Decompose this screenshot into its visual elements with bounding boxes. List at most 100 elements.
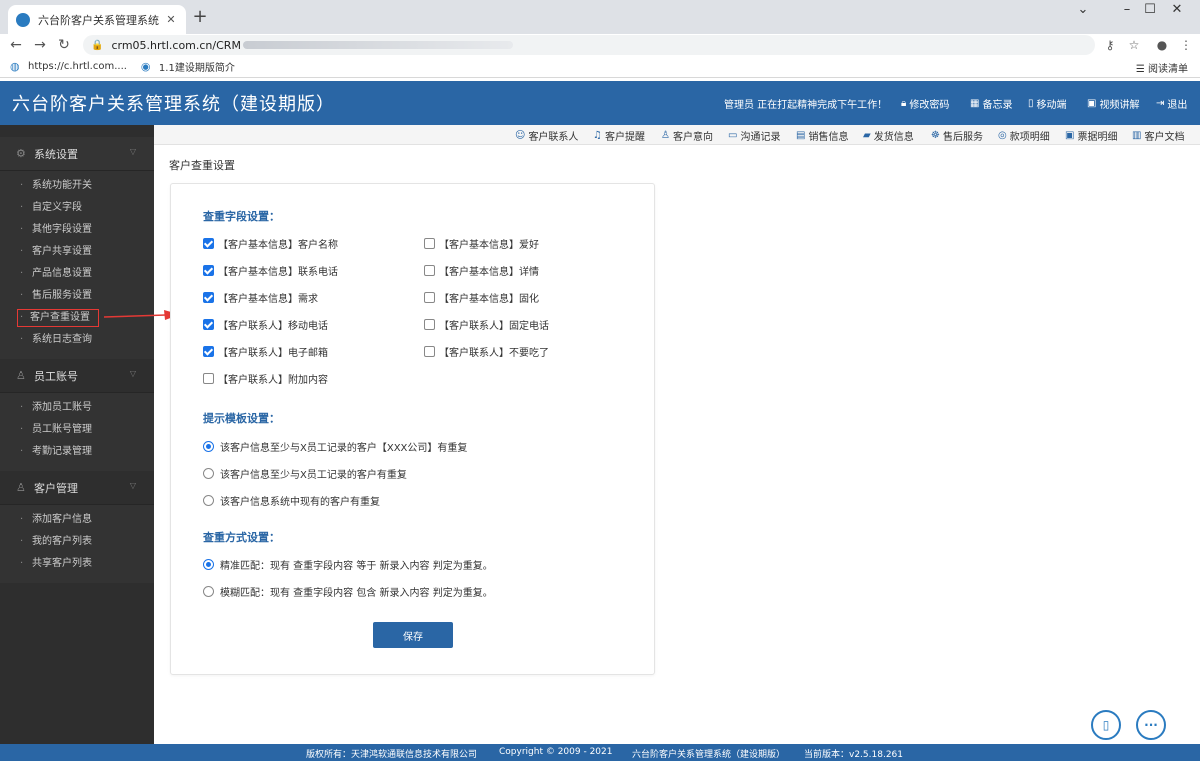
shortcut-contacts[interactable]: ☺ 客户联系人: [515, 128, 578, 143]
checkbox-checked-icon[interactable]: [203, 265, 214, 276]
option-label: 该客户信息至少与X员工记录的客户【XXX公司】有重复: [220, 443, 468, 454]
checkbox-unchecked-icon[interactable]: [424, 346, 435, 357]
item-label: 我的客户列表: [32, 536, 92, 547]
sidebar-item-custom-field[interactable]: 自定义字段: [0, 197, 154, 219]
menu-icon[interactable]: ⋮: [1176, 35, 1196, 55]
mobile-link[interactable]: ▯ 移动端: [1028, 96, 1067, 111]
radio-unselected-icon[interactable]: [203, 468, 214, 479]
radio-template-2[interactable]: 该客户信息至少与X员工记录的客户有重复: [203, 466, 407, 481]
app-header: 六台阶客户关系管理系统（建设期版） 管理员 正在打起精神完成下午工作！ 🔒︎ 修改…: [0, 81, 1200, 125]
radio-template-1[interactable]: 该客户信息至少与X员工记录的客户【XXX公司】有重复: [203, 439, 467, 454]
tab-search-icon[interactable]: ⌄: [1060, 0, 1106, 22]
video-link[interactable]: ▣ 视频讲解: [1087, 96, 1139, 111]
checkbox-details[interactable]: 【客户基本信息】详情: [424, 263, 539, 278]
radio-unselected-icon[interactable]: [203, 586, 214, 597]
sidebar-group-system[interactable]: ⚙ 系统设置 ▽: [0, 137, 154, 171]
chevron-down-icon: ▽: [129, 147, 136, 156]
checkbox-unchecked-icon[interactable]: [203, 373, 214, 384]
mobile-float-button[interactable]: ▯: [1091, 710, 1121, 740]
service-icon: ☸: [931, 130, 940, 141]
bookmark-item[interactable]: ◍ https://c.hrtl.com....: [10, 60, 127, 73]
checkbox-checked-icon[interactable]: [203, 319, 214, 330]
option-label: 【客户基本信息】爱好: [439, 240, 539, 251]
sidebar-item-add-staff[interactable]: 添加员工账号: [0, 397, 154, 419]
forward-icon[interactable]: →: [30, 35, 50, 55]
memo-link[interactable]: ▦ 备忘录: [970, 96, 1012, 111]
checkbox-checked-icon[interactable]: [203, 292, 214, 303]
radio-fuzzy-match[interactable]: 模糊匹配：现有 查重字段内容 包含 新录入内容 判定为重复。: [203, 584, 493, 599]
bookmark-label: 1.1建设期版简介: [158, 63, 235, 74]
calendar-icon: ▦: [970, 98, 980, 109]
sidebar-item-product[interactable]: 产品信息设置: [0, 263, 154, 285]
sidebar-item-shared-customers[interactable]: 共享客户列表: [0, 553, 154, 575]
logout-link[interactable]: ⇥ 退出: [1156, 96, 1187, 111]
dedup-settings-card: 查重字段设置： 【客户基本信息】客户名称 【客户基本信息】爱好 【客户基本信息】…: [170, 183, 655, 675]
tab-title: 六台阶客户关系管理系统（建设期: [38, 13, 164, 27]
radio-selected-icon[interactable]: [203, 441, 214, 452]
shortcut-payments[interactable]: ◎ 款项明细: [998, 128, 1050, 143]
sidebar-item-other-field[interactable]: 其他字段设置: [0, 219, 154, 241]
new-tab-icon[interactable]: +: [190, 7, 210, 27]
checkbox-phone[interactable]: 【客户基本信息】联系电话: [203, 263, 338, 278]
close-tab-icon[interactable]: ✕: [164, 13, 178, 26]
reload-icon[interactable]: ↻: [54, 35, 74, 55]
person-icon: ♙: [661, 130, 670, 141]
key-icon[interactable]: ⚷: [1100, 35, 1120, 55]
shortcut-documents[interactable]: ▥ 客户文档: [1132, 128, 1184, 143]
checkbox-hobby[interactable]: 【客户基本信息】爱好: [424, 236, 539, 251]
shortcut-invoices[interactable]: ▣ 票据明细: [1065, 128, 1117, 143]
item-label: 添加员工账号: [32, 402, 92, 413]
checkbox-demand[interactable]: 【客户基本信息】需求: [203, 290, 318, 305]
option-label: 【客户基本信息】客户名称: [218, 240, 338, 251]
browser-tab[interactable]: 六台阶客户关系管理系统（建设期 ✕: [8, 5, 186, 34]
star-icon[interactable]: ☆: [1124, 35, 1144, 55]
option-label: 该客户信息系统中现有的客户有重复: [220, 497, 380, 508]
back-icon[interactable]: ←: [6, 35, 26, 55]
shortcut-intent[interactable]: ♙ 客户意向: [661, 128, 713, 143]
bookmark-item[interactable]: ◉ 1.1建设期版简介: [141, 59, 235, 74]
option-label: 【客户基本信息】详情: [439, 267, 539, 278]
sidebar-group-customer[interactable]: ♙ 客户管理 ▽: [0, 471, 154, 505]
radio-unselected-icon[interactable]: [203, 495, 214, 506]
checkbox-customer-name[interactable]: 【客户基本信息】客户名称: [203, 236, 338, 251]
close-window-icon[interactable]: ✕: [1154, 0, 1200, 22]
checkbox-unchecked-icon[interactable]: [424, 292, 435, 303]
document-icon: ▤: [796, 130, 806, 141]
chat-float-button[interactable]: ···: [1136, 710, 1166, 740]
change-password-link[interactable]: 🔒︎ 修改密码: [901, 96, 949, 111]
checkbox-extra-content[interactable]: 【客户联系人】附加内容: [203, 371, 328, 386]
sidebar-item-my-customers[interactable]: 我的客户列表: [0, 531, 154, 553]
reading-list[interactable]: ☰ 阅读清单: [1136, 60, 1188, 75]
save-button[interactable]: 保存: [373, 622, 453, 648]
checkbox-stop-eating[interactable]: 【客户联系人】不要吃了: [424, 344, 549, 359]
checkbox-unchecked-icon[interactable]: [424, 265, 435, 276]
sidebar-item-log[interactable]: 系统日志查询: [0, 329, 154, 351]
shortcut-reminders[interactable]: ♫ 客户提醒: [593, 128, 645, 143]
shortcut-after-sales[interactable]: ☸ 售后服务: [931, 128, 983, 143]
sidebar-group-staff[interactable]: ♙ 员工账号 ▽: [0, 359, 154, 393]
sidebar-item-share[interactable]: 客户共享设置: [0, 241, 154, 263]
sidebar-item-attendance[interactable]: 考勤记录管理: [0, 441, 154, 463]
profile-icon[interactable]: ●: [1152, 35, 1172, 55]
radio-exact-match[interactable]: 精准匹配：现有 查重字段内容 等于 新录入内容 判定为重复。: [203, 557, 493, 572]
checkbox-mobile[interactable]: 【客户联系人】移动电话: [203, 317, 328, 332]
checkbox-unchecked-icon[interactable]: [424, 319, 435, 330]
shortcut-communication[interactable]: ▭ 沟通记录: [728, 128, 780, 143]
checkbox-checked-icon[interactable]: [203, 346, 214, 357]
checkbox-checked-icon[interactable]: [203, 238, 214, 249]
url-field[interactable]: 🔒 crm05.hrtl.com.cn/CRM: [83, 35, 1095, 55]
checkbox-unchecked-icon[interactable]: [424, 238, 435, 249]
prompt-template-title: 提示模板设置：: [203, 412, 280, 425]
shortcut-sales[interactable]: ▤ 销售信息: [796, 128, 848, 143]
checkbox-email[interactable]: 【客户联系人】电子邮箱: [203, 344, 328, 359]
shortcut-shipping[interactable]: ▰ 发货信息: [863, 128, 914, 143]
sidebar-item-after-sales[interactable]: 售后服务设置: [0, 285, 154, 307]
sidebar-item-system-switch[interactable]: 系统功能开关: [0, 175, 154, 197]
radio-template-3[interactable]: 该客户信息系统中现有的客户有重复: [203, 493, 380, 508]
radio-selected-icon[interactable]: [203, 559, 214, 570]
sidebar-item-staff-manage[interactable]: 员工账号管理: [0, 419, 154, 441]
sidebar-item-add-customer[interactable]: 添加客户信息: [0, 509, 154, 531]
checkbox-landline[interactable]: 【客户联系人】固定电话: [424, 317, 549, 332]
checkbox-solidify[interactable]: 【客户基本信息】固化: [424, 290, 539, 305]
link-label: 备忘录: [982, 100, 1013, 111]
